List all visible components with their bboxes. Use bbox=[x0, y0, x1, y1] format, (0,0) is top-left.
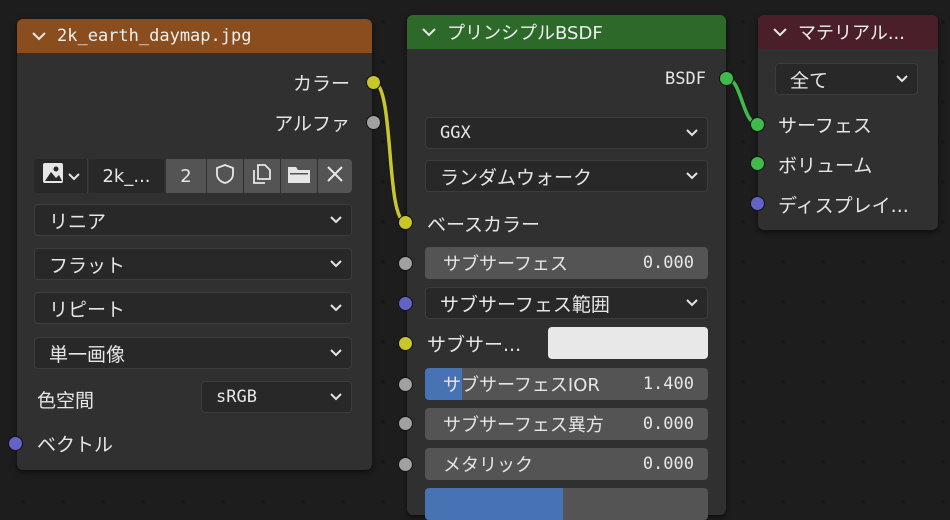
vector-input-label: ベクトル bbox=[37, 434, 114, 456]
shield-icon bbox=[214, 163, 236, 190]
metallic-field[interactable]: メタリック 0.000 bbox=[425, 448, 708, 480]
displacement-input-socket[interactable] bbox=[750, 196, 765, 211]
subsurface-color-swatch[interactable] bbox=[548, 327, 708, 359]
subsurface-anisotropy-input-socket[interactable] bbox=[398, 416, 413, 431]
color-space-label: 色空間 bbox=[37, 390, 95, 412]
chevron-down-icon bbox=[686, 299, 698, 307]
material-output-node[interactable]: マテリアル... 全て サーフェス ボリューム ディスプレイ... bbox=[758, 15, 938, 230]
open-file-button[interactable] bbox=[281, 159, 317, 193]
output-alpha-label: アルファ bbox=[274, 113, 350, 135]
distribution-dropdown[interactable]: GGX bbox=[425, 117, 708, 149]
image-browse-button[interactable] bbox=[34, 159, 88, 193]
next-slider-field[interactable] bbox=[425, 488, 708, 520]
wire-color-to-basecolor bbox=[371, 79, 408, 225]
chevron-down-icon bbox=[686, 172, 698, 180]
subsurface-ior-input-socket[interactable] bbox=[398, 377, 413, 392]
image-datablock-row: 2k_... 2 bbox=[34, 159, 352, 193]
subsurface-ior-field[interactable]: サブサーフェスIOR 1.400 bbox=[425, 368, 708, 400]
extension-dropdown[interactable]: リピート bbox=[34, 292, 352, 324]
chevron-down-icon bbox=[896, 75, 908, 83]
close-icon bbox=[326, 165, 344, 188]
duplicate-button[interactable] bbox=[244, 159, 280, 193]
subsurface-field[interactable]: サブサーフェス 0.000 bbox=[425, 247, 708, 279]
subsurface-color-input-socket[interactable] bbox=[398, 336, 413, 351]
unlink-button[interactable] bbox=[318, 159, 352, 193]
image-users-count[interactable]: 2 bbox=[166, 159, 206, 193]
subsurface-anisotropy-field[interactable]: サブサーフェス異方 0.000 bbox=[425, 408, 708, 440]
folder-icon bbox=[286, 163, 312, 190]
projection-dropdown[interactable]: フラット bbox=[34, 248, 352, 280]
material-output-header[interactable]: マテリアル... bbox=[758, 15, 938, 49]
metallic-input-socket[interactable] bbox=[398, 457, 413, 472]
alpha-output-socket[interactable] bbox=[366, 115, 381, 130]
surface-input-socket[interactable] bbox=[750, 117, 765, 132]
subsurface-method-dropdown[interactable]: ランダムウォーク bbox=[425, 160, 708, 192]
image-texture-node[interactable]: 2k_earth_daymap.jpg カラー アルファ 2k_... 2 リニ… bbox=[17, 19, 372, 470]
material-output-title: マテリアル... bbox=[798, 23, 905, 44]
subsurface-radius-dropdown[interactable]: サブサーフェス範囲 bbox=[425, 287, 708, 319]
chevron-down-icon bbox=[330, 304, 342, 312]
subsurface-input-socket[interactable] bbox=[398, 256, 413, 271]
subsurface-radius-input-socket[interactable] bbox=[398, 296, 413, 311]
bsdf-output-socket[interactable] bbox=[719, 71, 734, 86]
chevron-down-icon bbox=[330, 349, 342, 357]
volume-input-label: ボリューム bbox=[778, 155, 873, 177]
vector-input-socket[interactable] bbox=[8, 436, 23, 451]
chevron-down-icon[interactable] bbox=[772, 24, 788, 40]
chevron-down-icon bbox=[67, 165, 80, 187]
principled-bsdf-node[interactable]: プリンシプルBSDF BSDF GGX ランダムウォーク ベースカラー サブサー… bbox=[407, 15, 726, 520]
principled-node-title: プリンシプルBSDF bbox=[447, 23, 603, 44]
chevron-down-icon bbox=[330, 393, 342, 401]
principled-node-header[interactable]: プリンシプルBSDF bbox=[407, 15, 726, 49]
surface-input-label: サーフェス bbox=[778, 115, 872, 137]
bsdf-output-label: BSDF bbox=[665, 69, 706, 89]
displacement-input-label: ディスプレイ... bbox=[778, 195, 909, 217]
next-slider-fill bbox=[425, 488, 563, 520]
chevron-down-icon bbox=[686, 129, 698, 137]
color-space-dropdown[interactable]: sRGB bbox=[201, 381, 352, 413]
image-node-header[interactable]: 2k_earth_daymap.jpg bbox=[17, 19, 372, 53]
base-color-input-socket[interactable] bbox=[398, 215, 413, 230]
target-dropdown[interactable]: 全て bbox=[775, 63, 918, 95]
source-dropdown[interactable]: 単一画像 bbox=[34, 337, 352, 369]
chevron-down-icon[interactable] bbox=[31, 28, 47, 44]
duplicate-icon bbox=[250, 162, 274, 191]
chevron-down-icon bbox=[330, 216, 342, 224]
chevron-down-icon bbox=[330, 260, 342, 268]
volume-input-socket[interactable] bbox=[750, 156, 765, 171]
interpolation-dropdown[interactable]: リニア bbox=[34, 204, 352, 236]
color-output-socket[interactable] bbox=[366, 75, 381, 90]
subsurface-color-label: サブサー... bbox=[427, 334, 522, 356]
image-icon bbox=[42, 162, 68, 191]
image-name-field[interactable]: 2k_... bbox=[89, 159, 164, 193]
chevron-down-icon[interactable] bbox=[421, 24, 437, 40]
image-node-title: 2k_earth_daymap.jpg bbox=[57, 26, 252, 46]
output-color-label: カラー bbox=[292, 73, 350, 95]
base-color-label: ベースカラー bbox=[427, 214, 541, 236]
fake-user-button[interactable] bbox=[207, 159, 243, 193]
